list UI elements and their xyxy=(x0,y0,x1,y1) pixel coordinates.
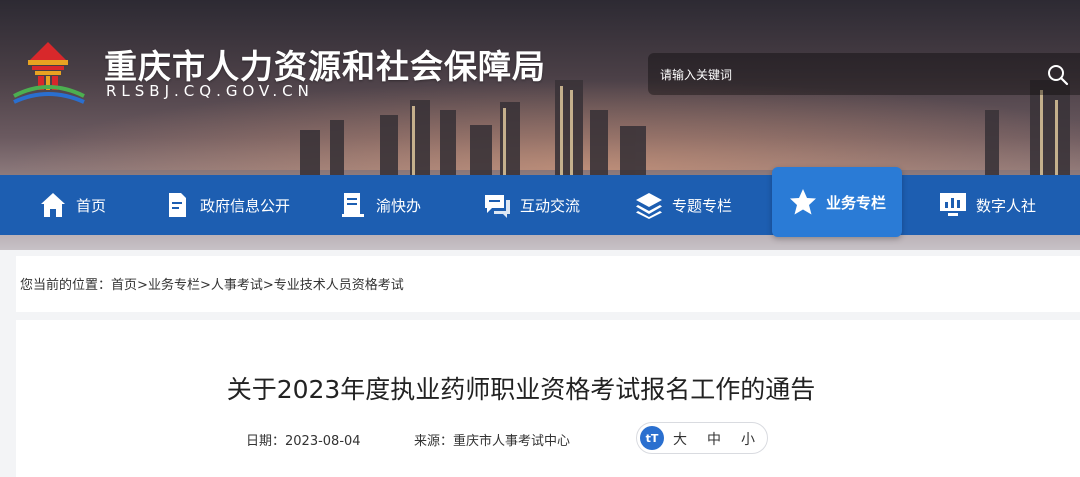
search-box xyxy=(648,53,1080,95)
layers-icon xyxy=(636,193,662,219)
nav-item-label: 政府信息公开 xyxy=(200,196,291,215)
star-icon xyxy=(789,189,816,215)
breadcrumb-link-professional-exam[interactable]: 专业技术人员资格考试 xyxy=(274,278,404,293)
home-icon xyxy=(41,193,65,217)
breadcrumb-link-home[interactable]: 首页 xyxy=(111,278,137,293)
font-size-large-button[interactable]: 大 xyxy=(673,429,687,449)
breadcrumb-link-personnel-exam[interactable]: 人事考试 xyxy=(211,278,263,293)
nav-item-home[interactable]: 首页 xyxy=(38,175,106,235)
emblem-logo-icon xyxy=(13,42,85,104)
nav-item-digital-hrss[interactable]: 数字人社 xyxy=(938,175,1036,235)
breadcrumb-bar: 您当前的位置：首页>业务专栏>人事考试>专业技术人员资格考试 xyxy=(16,256,1080,312)
site-name[interactable]: 重庆市人力资源和社会保障局 xyxy=(104,40,546,88)
search-input[interactable] xyxy=(658,63,1022,87)
main-nav: 首页 政府信息公开 渝快办 互动交流 专题专栏 业务专栏 数字人社 xyxy=(0,167,1080,237)
font-size-small-button[interactable]: 小 xyxy=(741,429,755,449)
breadcrumb-separator: > xyxy=(199,278,211,293)
article-source: 来源：重庆市人事考试中心 xyxy=(414,434,571,449)
font-size-control: tT 大 中 小 xyxy=(636,422,768,454)
font-size-icon: tT xyxy=(640,426,664,450)
chat-icon xyxy=(485,195,510,218)
nav-item-label: 首页 xyxy=(76,196,107,215)
document-icon xyxy=(169,193,186,217)
nav-item-label: 专题专栏 xyxy=(672,196,733,215)
breadcrumb: 您当前的位置：首页>业务专栏>人事考试>专业技术人员资格考试 xyxy=(20,274,404,293)
nav-item-yukuaiban[interactable]: 渝快办 xyxy=(338,175,421,235)
search-icon[interactable] xyxy=(1046,63,1070,87)
article-title: 关于2023年度执业药师职业资格考试报名工作的通告 xyxy=(226,375,816,404)
breadcrumb-prefix: 您当前的位置： xyxy=(20,278,112,293)
breadcrumb-separator: > xyxy=(262,278,274,293)
nav-item-label: 互动交流 xyxy=(520,196,581,215)
monitor-chart-icon xyxy=(940,193,966,216)
font-size-medium-button[interactable]: 中 xyxy=(707,429,721,449)
site-domain: RLSBJ.CQ.GOV.CN xyxy=(106,82,314,100)
nav-item-label: 数字人社 xyxy=(976,196,1037,215)
nav-item-label: 业务专栏 xyxy=(825,193,886,212)
nav-item-interaction[interactable]: 互动交流 xyxy=(482,175,580,235)
book-icon xyxy=(342,193,364,217)
breadcrumb-link-business[interactable]: 业务专栏 xyxy=(148,278,200,293)
nav-item-label: 渝快办 xyxy=(376,196,422,215)
breadcrumb-separator: > xyxy=(137,278,148,293)
nav-item-special-topics[interactable]: 专题专栏 xyxy=(634,175,732,235)
article-date: 日期：2023-08-04 xyxy=(246,434,361,449)
article-panel: 关于2023年度执业药师职业资格考试报名工作的通告 日期：2023-08-04 … xyxy=(16,320,1080,477)
nav-item-gov-info[interactable]: 政府信息公开 xyxy=(162,175,290,235)
nav-item-business[interactable]: 业务专栏 xyxy=(772,167,902,237)
